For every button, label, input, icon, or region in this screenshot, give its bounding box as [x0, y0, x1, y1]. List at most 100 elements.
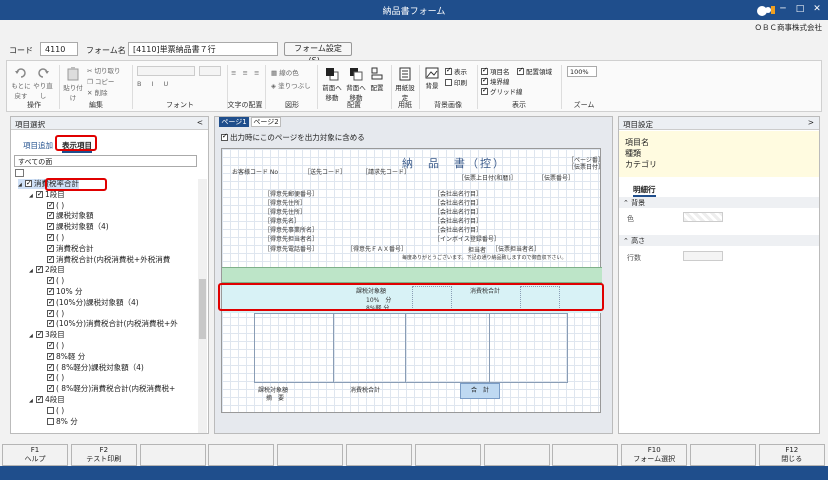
- tree-item[interactable]: ◢ 3段目: [29, 329, 65, 341]
- tree-item[interactable]: (10%分)消費税合計(内税消費税+外: [40, 318, 178, 329]
- function-key-2[interactable]: F2 テスト印刷: [70, 444, 137, 466]
- dept-field[interactable]: ［得意先事業所名］: [264, 225, 318, 234]
- arrange-button[interactable]: 配置: [369, 67, 385, 92]
- checkbox-icon[interactable]: [47, 351, 54, 361]
- tree-item[interactable]: ( ): [40, 275, 64, 286]
- slip-no-field[interactable]: ［伝票番号］: [538, 173, 574, 182]
- checkbox-icon[interactable]: [47, 340, 54, 350]
- minimize-button[interactable]: ─: [776, 3, 790, 15]
- tree-item[interactable]: 課税対象額: [40, 210, 94, 221]
- checkbox-icon[interactable]: [47, 243, 54, 253]
- detail-grid[interactable]: [254, 313, 568, 383]
- expand-arrow-icon[interactable]: ◢: [29, 331, 36, 341]
- align-buttons[interactable]: ≡ ≡ ≡: [231, 69, 261, 77]
- invoice-no-field[interactable]: ［インボイス登録番号］: [434, 234, 500, 243]
- customer-code-field[interactable]: ［送先コード］: [304, 167, 346, 176]
- paper-settings-button[interactable]: 用紙設定: [395, 67, 415, 102]
- collapse-left-button[interactable]: <: [197, 118, 203, 127]
- bring-front-button[interactable]: 前面へ移動: [321, 67, 343, 102]
- expand-arrow-icon[interactable]: ◢: [29, 266, 36, 276]
- function-key-9[interactable]: [552, 444, 619, 466]
- tree-item[interactable]: ( ): [40, 200, 64, 211]
- tab-page1[interactable]: ページ1: [219, 117, 249, 127]
- item-name-check[interactable]: 項目名: [481, 66, 510, 76]
- checkbox-icon[interactable]: [47, 372, 54, 382]
- checkbox-icon[interactable]: [25, 179, 32, 188]
- total-label[interactable]: 合 計: [460, 383, 500, 399]
- bg-show-check[interactable]: 表示: [445, 66, 467, 76]
- checkbox-icon[interactable]: [36, 264, 43, 274]
- bg-print-check[interactable]: 印刷: [445, 77, 467, 87]
- expand-all-icon[interactable]: [15, 169, 24, 177]
- form-canvas[interactable]: 納 品 書（控） お客様コード No ［送先コード］ ［請求先コード］ ［ページ…: [221, 148, 604, 413]
- checkbox-icon[interactable]: [47, 254, 54, 264]
- checkbox-icon[interactable]: [47, 210, 54, 220]
- function-key-8[interactable]: [483, 444, 550, 466]
- output-check[interactable]: 出力時にこのページを出力対象に含める: [221, 132, 365, 143]
- staff-field[interactable]: ［伝票担当者名］: [492, 244, 540, 253]
- form-settings-button[interactable]: フォーム設定(S)...: [284, 42, 352, 65]
- date-field[interactable]: ［伝票日付］: [568, 162, 604, 171]
- address1-field[interactable]: ［得意先住所］: [264, 198, 306, 207]
- checkbox-icon[interactable]: [47, 275, 54, 285]
- tree-item[interactable]: ◢ 1段目: [29, 189, 65, 201]
- address2-field[interactable]: ［得意先住所］: [264, 207, 306, 216]
- checkbox-icon[interactable]: [36, 329, 43, 339]
- function-key-3[interactable]: [139, 444, 206, 466]
- tree-scrollbar[interactable]: [198, 179, 207, 433]
- checkbox-icon[interactable]: [47, 383, 54, 393]
- function-key-4[interactable]: [208, 444, 275, 466]
- checkbox-icon[interactable]: [47, 221, 54, 231]
- grid-check[interactable]: グリッド線: [481, 86, 523, 96]
- delete-button[interactable]: ✕ 削除: [87, 87, 108, 97]
- section-background[interactable]: ⌃ 背景: [619, 197, 819, 208]
- paste-button[interactable]: 貼り付け: [63, 67, 83, 102]
- checkbox-icon[interactable]: [47, 406, 54, 414]
- code-field[interactable]: 4110: [40, 42, 78, 56]
- form-title[interactable]: 納 品 書（控）: [402, 155, 506, 171]
- zip-field[interactable]: ［得意先郵便番号］: [264, 189, 318, 198]
- expand-arrow-icon[interactable]: ◢: [29, 191, 36, 201]
- layout-area-check[interactable]: 配置領域: [517, 66, 552, 76]
- remarks-label[interactable]: 摘 要: [266, 393, 284, 402]
- checkbox-icon[interactable]: [47, 297, 54, 307]
- color-picker[interactable]: [683, 212, 723, 222]
- function-key-10[interactable]: F10 フォーム選択: [621, 444, 688, 466]
- person-field[interactable]: ［得意先担当者名］: [264, 234, 318, 243]
- redo-button[interactable]: やり直し: [33, 67, 53, 100]
- checkbox-icon[interactable]: [47, 200, 54, 210]
- fill-button[interactable]: ◈ 塗りつぶし: [271, 80, 311, 90]
- detail-header-band[interactable]: [222, 267, 602, 283]
- checkbox-icon[interactable]: [47, 308, 54, 318]
- checkbox-icon[interactable]: [47, 417, 54, 425]
- checkbox-icon[interactable]: [47, 232, 54, 242]
- function-key-12[interactable]: F12 閉じる: [758, 444, 825, 466]
- border-check[interactable]: 境界線: [481, 76, 510, 86]
- customer-code-label[interactable]: お客様コード No: [232, 167, 278, 176]
- tree-item[interactable]: ◢ 4段目: [29, 394, 65, 406]
- tree-item[interactable]: ( ): [40, 308, 64, 319]
- background-button[interactable]: 背景: [423, 67, 441, 90]
- fax-field[interactable]: ［得意先ＦＡＸ番号］: [347, 244, 407, 253]
- zoom-select[interactable]: 100%: [567, 66, 597, 77]
- tree-item[interactable]: 8% 分: [40, 417, 78, 427]
- form-name-field[interactable]: [4110]単票納品書７行: [128, 42, 278, 56]
- section-height[interactable]: ⌃ 高さ: [619, 235, 819, 246]
- rows-field[interactable]: [683, 251, 723, 261]
- expand-arrow-icon[interactable]: ◢: [29, 396, 36, 406]
- tab-detail-row[interactable]: 明細行: [633, 184, 656, 197]
- customer-name-field[interactable]: ［得意先名］: [264, 216, 300, 225]
- tree-item[interactable]: 消費税合計(内税消費税+外税消費: [40, 254, 170, 265]
- function-key-6[interactable]: [346, 444, 412, 466]
- tree-item[interactable]: ( ): [40, 406, 64, 416]
- thanks-text[interactable]: 毎度ありがとうございます。下記の通り納品致しますので御査収下さい。: [402, 254, 567, 261]
- tree-item[interactable]: ◢ 2段目: [29, 264, 65, 276]
- checkbox-icon[interactable]: [47, 318, 54, 328]
- company-line-4[interactable]: ［会社出名行目］: [434, 216, 482, 225]
- company-line-3[interactable]: ［会社出名行目］: [434, 207, 482, 216]
- copy-button[interactable]: ❐ コピー: [87, 76, 114, 86]
- tree-item[interactable]: (10%分)課税対象額（4): [40, 297, 139, 308]
- tab-add-item[interactable]: 項目追加: [23, 140, 53, 151]
- footer-tax-sum-label[interactable]: 消費税合計: [350, 385, 380, 394]
- note-date-field[interactable]: ［伝票上日付(和暦)］: [458, 173, 517, 182]
